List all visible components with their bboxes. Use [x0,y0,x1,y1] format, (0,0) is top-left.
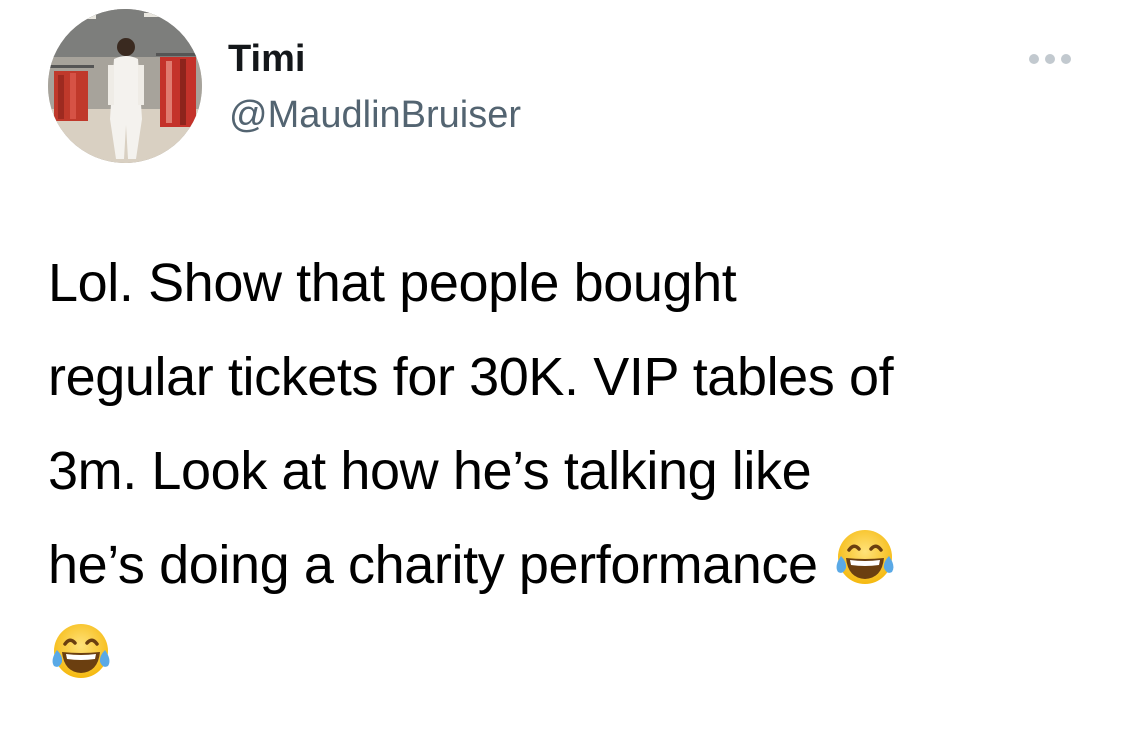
tweet-text-line-emoji [48,612,1078,706]
more-horizontal-icon [1029,54,1071,64]
tweet-text: Lol. Show that people bought regular tic… [48,236,1078,706]
face-with-tears-of-joy-icon [832,526,898,592]
tweet-text-line-with-emoji: he’s doing a charity performance [48,518,1078,612]
user-handle[interactable]: @MaudlinBruiser [229,92,521,138]
tweet-card: Timi @MaudlinBruiser Lol. Show that peop… [0,0,1125,743]
tweet-text-line: regular tickets for 30K. VIP tables of [48,347,894,407]
avatar[interactable] [48,9,202,163]
tweet-text-line: Lol. Show that people bought [48,253,737,313]
tweet-text-line: he’s doing a charity performance [48,535,818,595]
display-name[interactable]: Timi [228,36,305,82]
more-options-button[interactable] [1024,44,1076,74]
avatar-photo-icon [48,9,202,163]
tweet-text-line: 3m. Look at how he’s talking like [48,441,812,501]
face-with-tears-of-joy-icon [48,620,114,686]
